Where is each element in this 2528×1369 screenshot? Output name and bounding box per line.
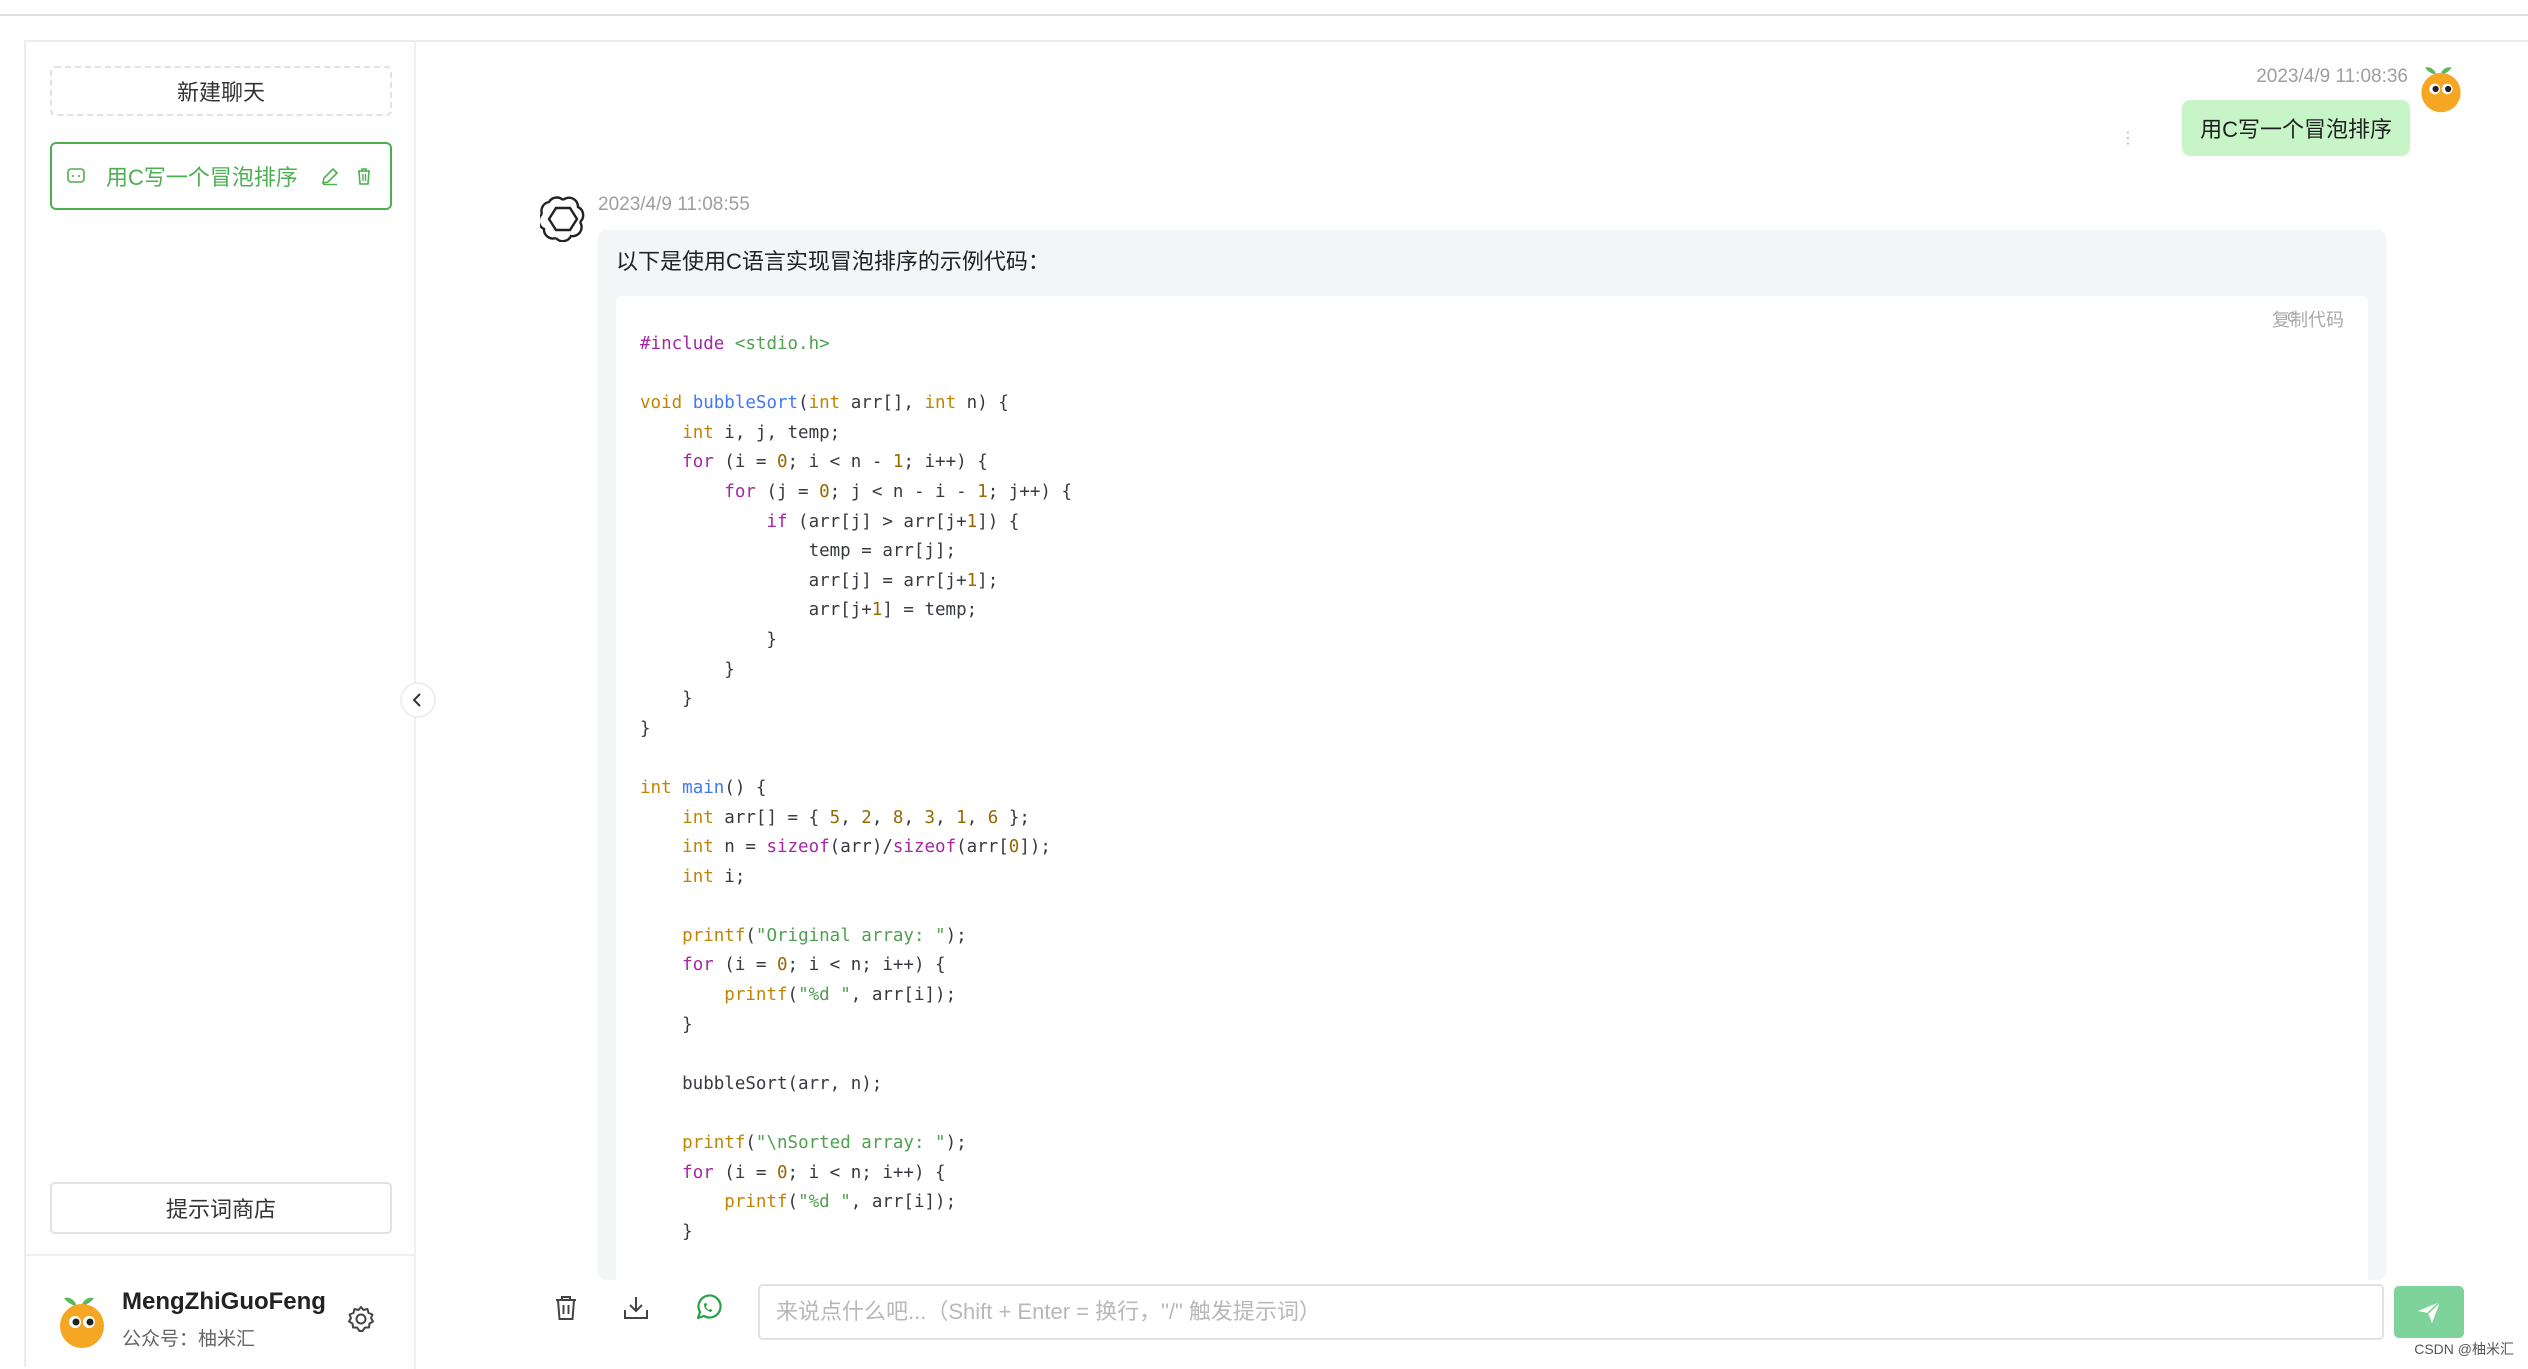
chat-input[interactable] [758,1284,2384,1340]
top-divider [0,14,2528,16]
openai-logo-icon [540,196,586,242]
edit-icon[interactable] [318,164,342,188]
code-block: c 复制代码 #include <stdio.h> void bubbleSor… [616,296,2368,1280]
user-name: MengZhiGuoFeng [122,1288,326,1316]
user-panel: MengZhiGuoFeng 公众号：柚米汇 [26,1254,414,1369]
send-button[interactable] [2394,1286,2464,1338]
sidebar: 新建聊天 用C写一个冒泡排序 提示词商店 [26,42,416,1369]
history-item-label: 用C写一个冒泡排序 [106,160,308,192]
chat-bubble-icon [66,167,86,185]
bot-message-time: 2023/4/9 11:08:55 [598,194,750,216]
send-plane-icon [2416,1299,2442,1325]
avatar [54,1294,110,1350]
user-message-time: 2023/4/9 11:08:36 [2256,66,2408,88]
clear-chat-trash-icon[interactable] [548,1290,584,1326]
new-chat-button[interactable]: 新建聊天 [50,66,392,116]
copy-code-button[interactable]: 复制代码 [2272,306,2344,332]
code-content: #include <stdio.h> void bubbleSort(int a… [640,330,1072,1247]
user-message-bubble: 用C写一个冒泡排序 [2182,100,2410,156]
whatsapp-icon[interactable] [690,1290,726,1326]
user-avatar [2416,64,2466,114]
bot-message-bubble: 以下是使用C语言实现冒泡排序的示例代码： c 复制代码 #include <st… [598,230,2386,1280]
prompt-store-button[interactable]: 提示词商店 [50,1182,392,1234]
chat-main: 2023/4/9 11:08:36 用C写一个冒泡排序 ⋮ 2023/4/9 1… [418,42,2528,1369]
delete-icon[interactable] [352,164,376,188]
settings-gear-icon[interactable] [346,1304,376,1334]
history-item-active[interactable]: 用C写一个冒泡排序 [50,142,392,210]
bot-message-intro: 以下是使用C语言实现冒泡排序的示例代码： [616,244,1050,276]
app-window: 新建聊天 用C写一个冒泡排序 提示词商店 [24,40,2528,1367]
download-icon[interactable] [618,1290,654,1326]
watermark: CSDN @柚米汇 [2414,1339,2514,1359]
user-description: 公众号：柚米汇 [122,1324,255,1351]
more-options-icon[interactable]: ⋮ [2120,136,2130,156]
